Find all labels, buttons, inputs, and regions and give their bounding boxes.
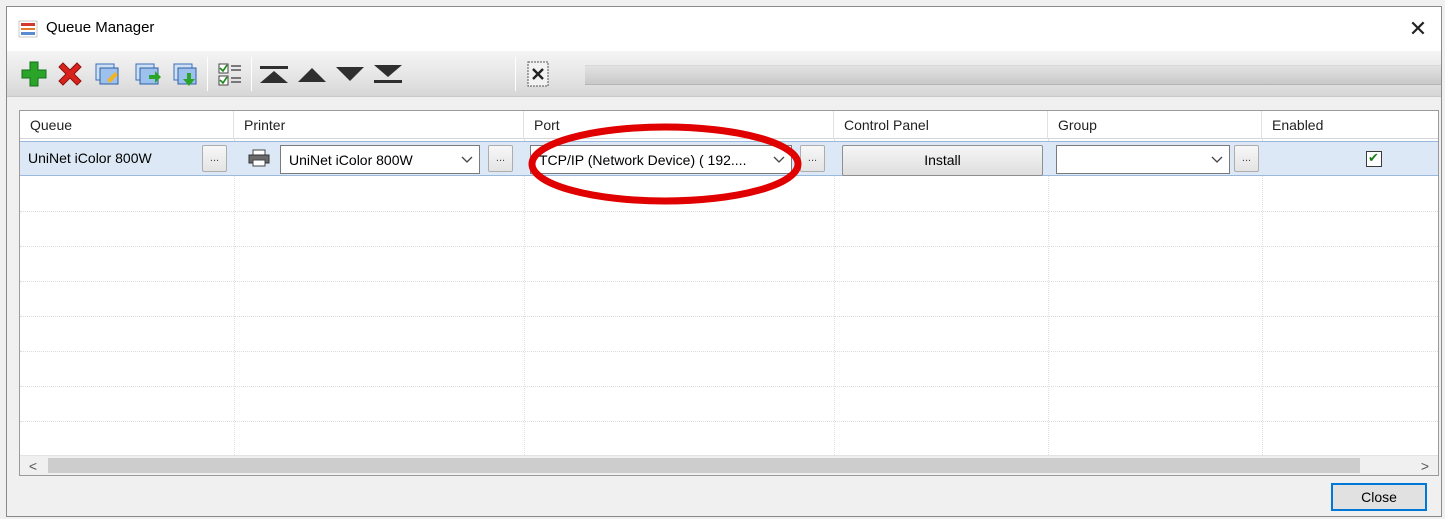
scroll-left-icon[interactable]: <: [24, 458, 42, 474]
horizontal-scrollbar[interactable]: < >: [20, 455, 1438, 475]
clear-icon: [527, 61, 549, 87]
column-header-printer[interactable]: Printer: [234, 111, 524, 139]
empty-row: [20, 317, 1438, 352]
close-button[interactable]: Close: [1331, 483, 1427, 511]
port-select[interactable]: TCP/IP (Network Device) ( 192....: [530, 145, 792, 174]
grid-header: Queue Printer Port Control Panel Group E…: [20, 111, 1438, 139]
port-more-button[interactable]: ...: [800, 145, 825, 172]
printer-select[interactable]: UniNet iColor 800W: [280, 145, 480, 174]
empty-row: [20, 352, 1438, 387]
column-header-control-panel[interactable]: Control Panel: [834, 111, 1048, 139]
move-down-button[interactable]: [333, 57, 367, 91]
queue-grid: Queue Printer Port Control Panel Group E…: [19, 110, 1439, 476]
export-queue-button[interactable]: [131, 57, 165, 91]
move-top-icon: [260, 66, 288, 83]
move-up-button[interactable]: [295, 57, 329, 91]
queue-more-button[interactable]: ...: [202, 145, 227, 172]
move-top-button[interactable]: [257, 57, 291, 91]
chevron-down-icon: [1211, 156, 1223, 163]
delete-queue-button[interactable]: [53, 57, 87, 91]
column-header-group[interactable]: Group: [1048, 111, 1262, 139]
empty-row: [20, 177, 1438, 212]
add-queue-button[interactable]: [17, 57, 51, 91]
checklist-icon: [218, 63, 241, 86]
column-header-enabled[interactable]: Enabled: [1262, 111, 1438, 139]
group-select[interactable]: [1056, 145, 1230, 174]
chevron-down-icon: [461, 156, 473, 163]
column-header-queue[interactable]: Queue: [20, 111, 234, 139]
chevron-down-icon: [773, 156, 785, 163]
printer-more-button[interactable]: ...: [488, 145, 513, 172]
window-title: Queue Manager: [46, 19, 155, 36]
column-header-port[interactable]: Port: [524, 111, 834, 139]
queue-manager-window: Queue Manager ✕ Queue Printer Port Contr…: [6, 6, 1442, 517]
move-down-icon: [336, 67, 364, 81]
printer-value: UniNet iColor 800W: [289, 152, 413, 168]
printer-icon: [248, 149, 270, 167]
app-icon: [18, 20, 38, 38]
group-more-button[interactable]: ...: [1234, 145, 1259, 172]
enabled-checkbox[interactable]: ✔: [1366, 150, 1382, 167]
delete-icon: [58, 62, 82, 86]
import-queue-icon: [173, 63, 197, 86]
copy-queue-icon: [95, 63, 119, 85]
clear-button[interactable]: [521, 57, 555, 91]
table-row[interactable]: UniNet iColor 800W ... UniNet iColor 800…: [20, 141, 1438, 176]
scrollbar-thumb[interactable]: [48, 458, 1360, 473]
empty-row: [20, 247, 1438, 282]
check-icon: ✔: [1368, 150, 1379, 165]
port-value: TCP/IP (Network Device) ( 192....: [539, 152, 747, 168]
import-queue-button[interactable]: [169, 57, 203, 91]
move-bottom-icon: [374, 65, 402, 83]
scroll-right-icon[interactable]: >: [1416, 458, 1434, 474]
empty-row: [20, 282, 1438, 317]
empty-row: [20, 212, 1438, 247]
move-up-icon: [298, 68, 326, 82]
close-icon: ✕: [1408, 16, 1428, 41]
toolbar: [7, 51, 1441, 97]
export-queue-icon: [135, 63, 161, 85]
install-button[interactable]: Install: [842, 145, 1043, 176]
copy-queue-button[interactable]: [91, 57, 125, 91]
move-bottom-button[interactable]: [371, 57, 405, 91]
toolbar-rail: [585, 65, 1441, 85]
select-all-button[interactable]: [213, 57, 247, 91]
queue-name: UniNet iColor 800W: [28, 150, 152, 166]
add-icon: [21, 61, 47, 87]
title-bar: Queue Manager ✕: [7, 7, 1441, 51]
window-close-button[interactable]: ✕: [1395, 7, 1441, 51]
empty-row: [20, 387, 1438, 422]
